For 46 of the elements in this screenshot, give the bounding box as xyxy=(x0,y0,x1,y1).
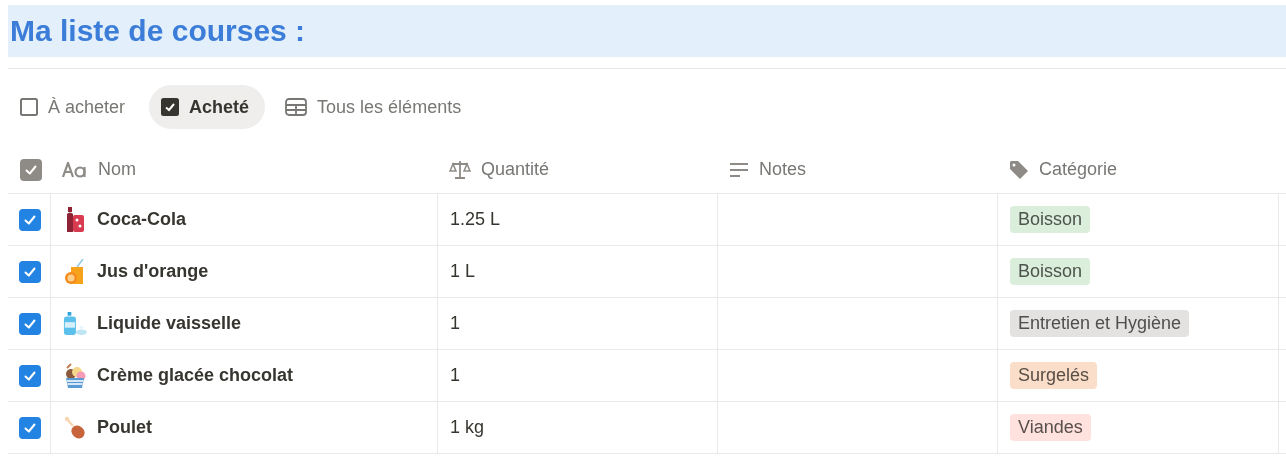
item-name: Coca-Cola xyxy=(97,209,186,230)
checkmark-icon xyxy=(23,368,37,383)
checkmark-icon xyxy=(23,264,37,279)
quantity-cell: 1 kg xyxy=(450,417,485,438)
category-tag: Viandes xyxy=(1010,414,1091,441)
quantity-cell: 1 L xyxy=(450,261,476,282)
chicken-leg-icon xyxy=(63,415,87,440)
category-tag: Entretien et Hygiène xyxy=(1010,310,1190,337)
quantity-cell: 1 xyxy=(450,313,460,334)
quantity-cell: 1 xyxy=(450,365,460,386)
checkbox-icon xyxy=(161,98,180,116)
soap-bottle-icon xyxy=(63,310,87,337)
checkmark-icon xyxy=(23,420,37,435)
row-checkbox[interactable] xyxy=(19,364,41,387)
juice-glass-icon xyxy=(63,258,87,285)
category-tag: Boisson xyxy=(1010,206,1091,233)
row-checkbox[interactable] xyxy=(19,208,41,231)
checkmark-icon xyxy=(23,212,37,227)
checkmark-icon xyxy=(24,162,38,177)
item-name: Liquide vaisselle xyxy=(97,313,242,334)
item-name: Jus d'orange xyxy=(97,261,209,282)
table-icon xyxy=(285,98,308,116)
checkbox-icon xyxy=(20,98,38,116)
row-checkbox[interactable] xyxy=(19,416,41,439)
row-checkbox[interactable] xyxy=(19,260,41,283)
view-tab[interactable]: Tous les éléments xyxy=(273,85,478,129)
ice-cream-cup-icon xyxy=(63,362,87,389)
tag-icon xyxy=(1009,159,1029,180)
item-name: Crème glacée chocolat xyxy=(97,365,294,386)
lines-icon xyxy=(729,161,749,178)
view-tab[interactable]: À acheter xyxy=(8,85,142,129)
scale-icon xyxy=(449,159,471,180)
column-header: Notes xyxy=(759,159,807,180)
column-header: Nom xyxy=(98,159,136,180)
category-tag: Boisson xyxy=(1010,258,1091,285)
row-checkbox[interactable] xyxy=(19,312,41,335)
item-name: Poulet xyxy=(97,417,152,438)
column-header: Catégorie xyxy=(1039,159,1118,180)
select-all-checkbox[interactable] xyxy=(20,158,42,181)
text-type-icon xyxy=(62,161,88,178)
view-tab[interactable]: Acheté xyxy=(149,85,266,129)
page-title: Ma liste de courses : xyxy=(8,5,1286,57)
category-tag: Surgelés xyxy=(1010,362,1098,389)
quantity-cell: 1.25 L xyxy=(450,209,501,230)
checkmark-icon xyxy=(23,316,37,331)
column-header: Quantité xyxy=(481,159,550,180)
